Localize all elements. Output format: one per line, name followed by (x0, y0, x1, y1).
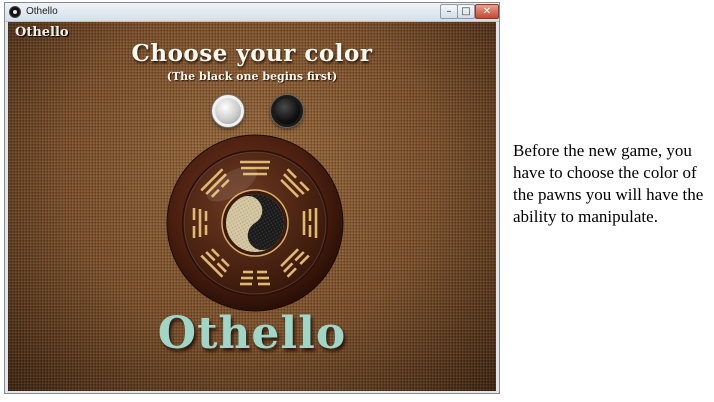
bagua-yin-yang-icon[interactable] (166, 134, 344, 312)
game-canvas: Othello Choose your color (The black one… (8, 22, 496, 391)
corner-logo: Othello (15, 25, 69, 40)
maximize-button[interactable]: □ (457, 4, 475, 19)
app-window: Othello – □ ✕ Othello Choose your color … (4, 2, 500, 394)
close-button[interactable]: ✕ (475, 4, 499, 19)
game-logo: Othello (157, 308, 347, 359)
caption-text: Before the new game, you have to choose … (513, 141, 704, 226)
page-title: Choose your color (131, 40, 373, 67)
minimize-button[interactable]: – (440, 4, 458, 19)
title-bar[interactable]: Othello – □ ✕ (5, 3, 499, 22)
othello-app-icon (9, 6, 21, 18)
page-subtitle: (The black one begins first) (166, 70, 338, 83)
white-pawn-button[interactable] (212, 95, 244, 127)
black-pawn-button[interactable] (271, 95, 303, 127)
window-title: Othello (26, 6, 58, 17)
